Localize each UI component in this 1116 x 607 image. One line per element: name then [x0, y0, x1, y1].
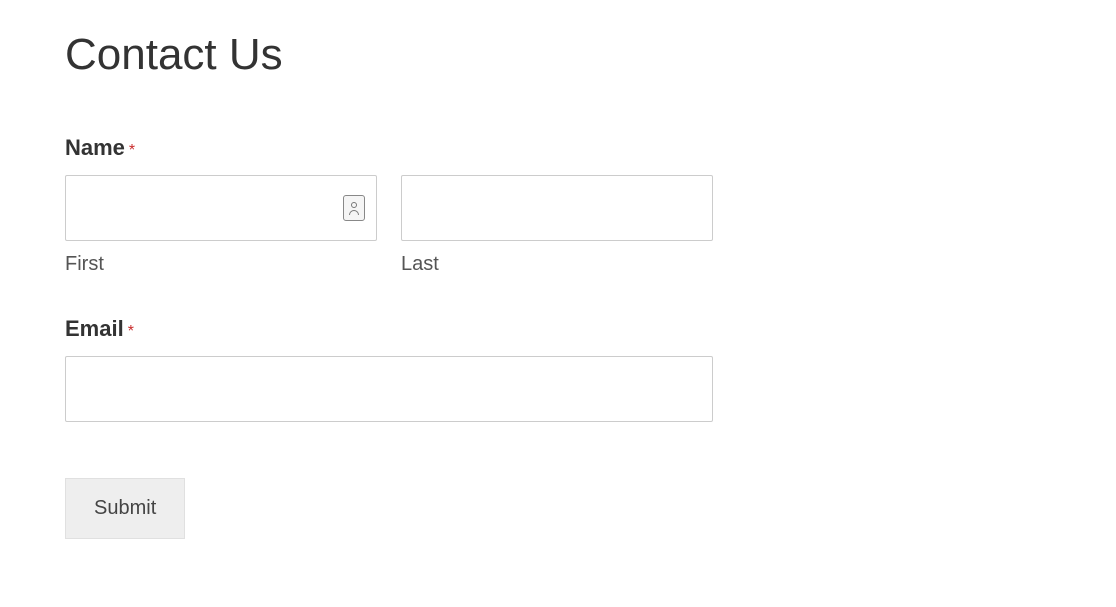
first-name-input[interactable] — [65, 175, 377, 241]
last-name-input[interactable] — [401, 175, 713, 241]
first-name-wrapper — [65, 175, 377, 241]
submit-button[interactable]: Submit — [65, 478, 185, 539]
icon-head — [351, 202, 357, 208]
icon-body — [349, 210, 359, 215]
last-name-sublabel: Last — [401, 253, 713, 276]
autofill-contact-icon[interactable] — [343, 195, 365, 221]
contact-form: Name* First Last Email* — [65, 135, 1051, 539]
name-label: Name — [65, 135, 125, 161]
email-field-group: Email* — [65, 316, 1051, 422]
required-indicator: * — [128, 323, 134, 340]
first-name-column: First — [65, 175, 377, 276]
name-field-group: Name* First Last — [65, 135, 1051, 276]
email-input[interactable] — [65, 356, 713, 422]
first-name-sublabel: First — [65, 253, 377, 276]
name-row: First Last — [65, 175, 1051, 276]
required-indicator: * — [129, 142, 135, 159]
page-title: Contact Us — [65, 30, 1051, 80]
last-name-column: Last — [401, 175, 713, 276]
email-label: Email — [65, 316, 124, 342]
